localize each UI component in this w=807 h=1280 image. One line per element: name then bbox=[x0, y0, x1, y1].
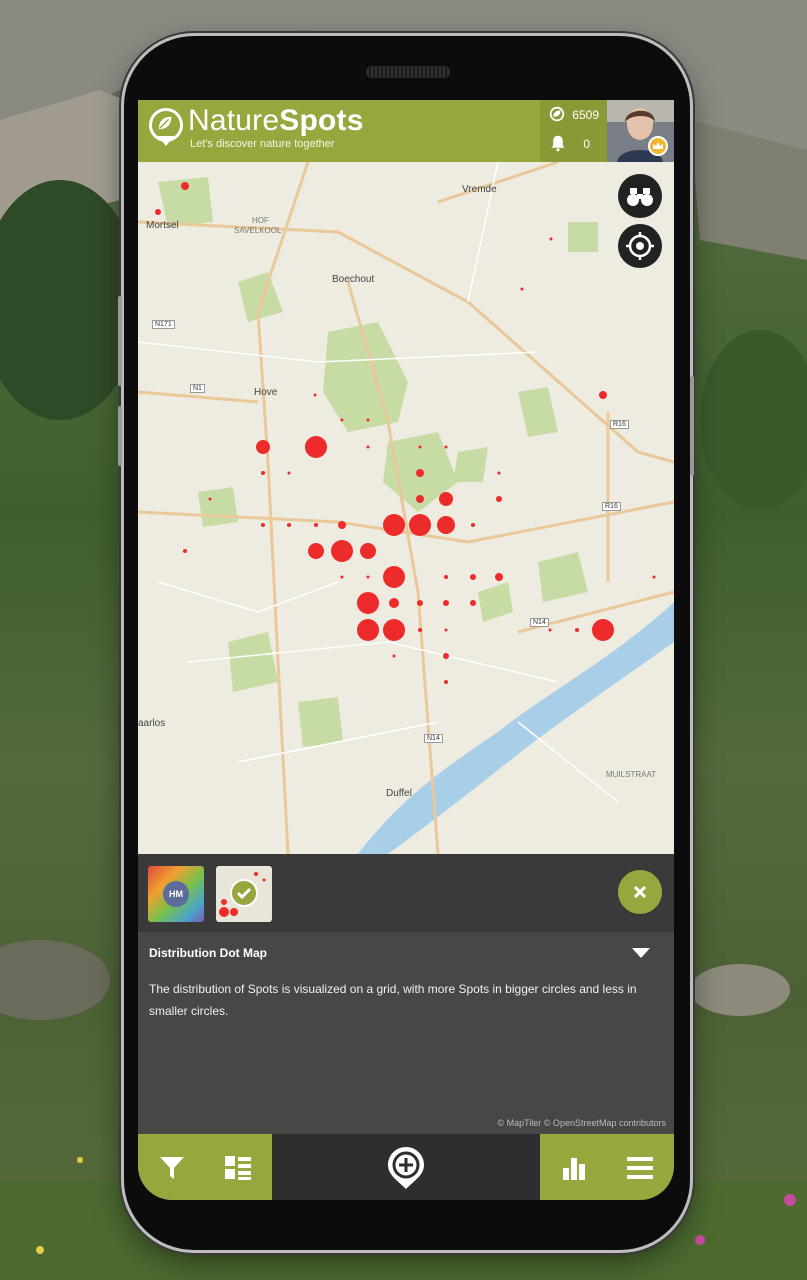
app-screen: NatureSpots Let's discover nature togeth… bbox=[138, 100, 674, 1200]
crosshair-icon bbox=[626, 232, 654, 260]
notifications-counter[interactable]: 0 bbox=[540, 100, 607, 152]
power-button bbox=[690, 376, 694, 476]
layer-title: Distribution Dot Map bbox=[149, 946, 267, 960]
map-layer-panel: HM Distribution Dot Map The distribution… bbox=[138, 854, 674, 1134]
place-label: aarlos bbox=[138, 718, 166, 729]
brand-name: NatureSpots bbox=[188, 104, 364, 137]
map-view[interactable]: Vremde Mortsel HOF SAVELKOOL Boechout Ho… bbox=[138, 160, 674, 855]
notifications-count: 0 bbox=[583, 137, 590, 151]
tagline: Let's discover nature together bbox=[190, 138, 335, 150]
binoculars-icon bbox=[627, 188, 653, 206]
volume-button bbox=[118, 406, 122, 466]
leaf-icon bbox=[158, 116, 172, 130]
road-label: N14 bbox=[424, 734, 443, 743]
road-label: N1 bbox=[190, 384, 205, 393]
bar-chart-icon[interactable] bbox=[560, 1154, 588, 1182]
nav-left-group bbox=[138, 1134, 272, 1200]
add-spot-icon[interactable] bbox=[386, 1145, 426, 1191]
map-attribution[interactable]: © MapTiler © OpenStreetMap contributors bbox=[498, 1118, 667, 1128]
close-icon bbox=[633, 885, 647, 899]
hamburger-menu-icon[interactable] bbox=[626, 1154, 654, 1182]
place-label: Duffel bbox=[386, 788, 412, 799]
phone-frame: NatureSpots Let's discover nature togeth… bbox=[118, 36, 694, 1250]
road-label: N171 bbox=[152, 320, 175, 329]
layer-description: The distribution of Spots is visualized … bbox=[149, 982, 637, 1018]
bell-icon bbox=[551, 135, 565, 152]
place-label: HOF bbox=[252, 216, 269, 225]
explore-button[interactable] bbox=[618, 174, 662, 218]
map-canvas[interactable] bbox=[138, 160, 674, 855]
place-label: Hove bbox=[254, 387, 278, 398]
selected-check-icon bbox=[230, 879, 258, 907]
layer-selector: HM bbox=[138, 854, 674, 932]
close-panel-button[interactable] bbox=[618, 870, 662, 914]
dotmap-layer-thumb[interactable] bbox=[216, 866, 272, 922]
crown-badge-icon bbox=[648, 136, 668, 156]
nav-right-group bbox=[540, 1134, 674, 1200]
place-label: Mortsel bbox=[146, 220, 179, 231]
place-label: MUILSTRAAT bbox=[606, 770, 657, 779]
road-label: N14 bbox=[530, 618, 549, 627]
place-label: Boechout bbox=[332, 274, 375, 285]
volume-button bbox=[118, 296, 122, 386]
chevron-down-icon[interactable] bbox=[632, 948, 650, 958]
app-header: NatureSpots Let's discover nature togeth… bbox=[138, 100, 674, 162]
road-label: R16 bbox=[602, 502, 621, 511]
filter-icon[interactable] bbox=[158, 1154, 186, 1182]
road-label: R16 bbox=[610, 420, 629, 429]
heatmap-badge: HM bbox=[163, 881, 189, 907]
phone-speaker bbox=[366, 66, 450, 78]
place-label: Vremde bbox=[462, 184, 497, 195]
place-label: SAVELKOOL bbox=[234, 226, 282, 235]
locate-me-button[interactable] bbox=[618, 224, 662, 268]
heatmap-layer-thumb[interactable]: HM bbox=[148, 866, 204, 922]
user-avatar[interactable] bbox=[607, 100, 674, 162]
list-view-icon[interactable] bbox=[224, 1154, 252, 1182]
bottom-navigation bbox=[138, 1134, 674, 1200]
counter-panel: 6509 0 bbox=[540, 100, 607, 162]
